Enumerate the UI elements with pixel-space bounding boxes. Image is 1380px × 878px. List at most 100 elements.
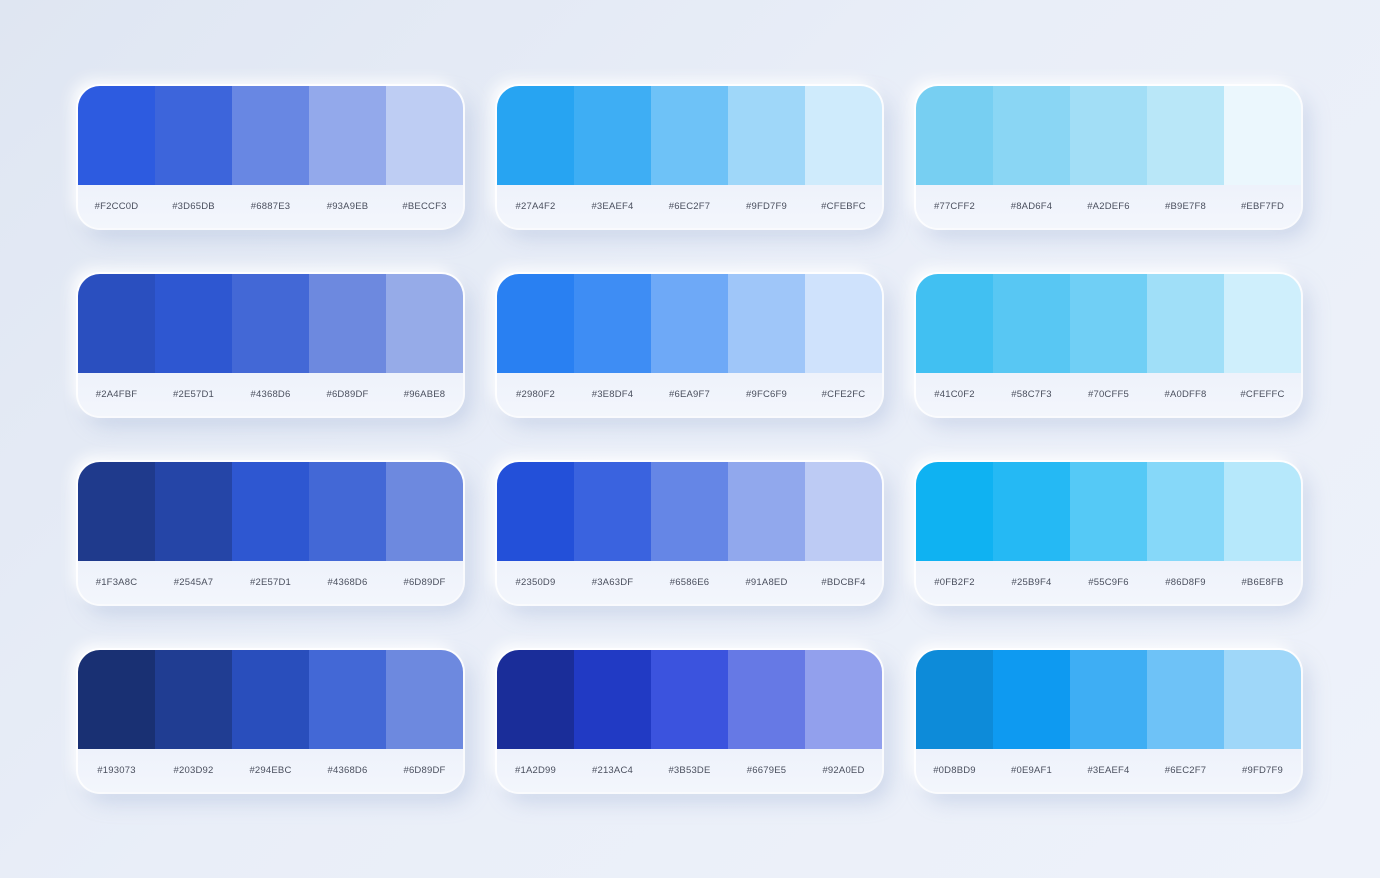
hex-code-row: #2A4FBF #2E57D1 #4368D6 #6D89DF #96ABE8 [78, 373, 463, 416]
color-swatch [386, 650, 463, 749]
swatch-row [916, 650, 1301, 749]
hex-code-label: #2E57D1 [172, 389, 214, 400]
hex-code-label: #6EA9F7 [668, 389, 710, 400]
hex-code-row: #2350D9 #3A63DF #6586E6 #91A8ED #BDCBF4 [497, 561, 882, 604]
color-swatch [993, 86, 1070, 185]
hex-code-label: #6EC2F7 [1164, 765, 1207, 776]
hex-code-label: #CFE2FC [821, 389, 866, 400]
palette-grid: #F2CC0D #3D65DB #6887E3 #93A9EB #BECCF3 #27A4… [78, 86, 1301, 792]
hex-code-row: #F2CC0D #3D65DB #6887E3 #93A9EB #BECCF3 [78, 185, 463, 228]
color-swatch [728, 274, 805, 373]
color-swatch [805, 650, 882, 749]
swatch-row [78, 274, 463, 373]
hex-code-row: #193073 #203D92 #294EBC #4368D6 #6D89DF [78, 749, 463, 792]
color-swatch [651, 86, 728, 185]
hex-code-label: #91A8ED [745, 577, 788, 588]
hex-code-label: #25B9F4 [1011, 577, 1052, 588]
color-swatch [916, 86, 993, 185]
hex-code-label: #4368D6 [327, 577, 368, 588]
hex-code-label: #F2CC0D [94, 201, 139, 212]
color-swatch [574, 650, 651, 749]
color-swatch [232, 462, 309, 561]
hex-code-label: #203D92 [173, 765, 214, 776]
hex-code-row: #77CFF2 #8AD6F4 #A2DEF6 #B9E7F8 #EBF7FD [916, 185, 1301, 228]
hex-code-label: #41C0F2 [934, 389, 975, 400]
palette-card: #F2CC0D #3D65DB #6887E3 #93A9EB #BECCF3 [78, 86, 463, 228]
swatch-row [78, 86, 463, 185]
hex-code-label: #27A4F2 [515, 201, 556, 212]
color-swatch [1224, 650, 1301, 749]
hex-code-label: #6887E3 [250, 201, 291, 212]
hex-code-label: #A0DFF8 [1164, 389, 1207, 400]
color-swatch [1070, 650, 1147, 749]
hex-code-label: #6EC2F7 [668, 201, 711, 212]
hex-code-label: #EBF7FD [1240, 201, 1285, 212]
hex-code-label: #4368D6 [250, 389, 291, 400]
color-swatch [155, 650, 232, 749]
hex-code-label: #2980F2 [516, 389, 555, 400]
hex-code-label: #3E8DF4 [591, 389, 634, 400]
color-swatch [155, 86, 232, 185]
hex-code-row: #27A4F2 #3EAEF4 #6EC2F7 #9FD7F9 #CFEBFC [497, 185, 882, 228]
hex-code-label: #86D8F9 [1165, 577, 1206, 588]
color-swatch [574, 462, 651, 561]
color-swatch [1070, 274, 1147, 373]
color-swatch [78, 86, 155, 185]
hex-code-label: #0D8BD9 [933, 765, 976, 776]
color-swatch [232, 86, 309, 185]
color-swatch [916, 462, 993, 561]
hex-code-label: #0FB2F2 [934, 577, 975, 588]
color-swatch [1147, 274, 1224, 373]
hex-code-label: #9FD7F9 [745, 201, 787, 212]
hex-code-label: #2545A7 [173, 577, 214, 588]
color-swatch [386, 274, 463, 373]
hex-code-label: #193073 [97, 765, 136, 776]
palette-card: #77CFF2 #8AD6F4 #A2DEF6 #B9E7F8 #EBF7FD [916, 86, 1301, 228]
hex-code-label: #3A63DF [591, 577, 634, 588]
swatch-row [497, 462, 882, 561]
color-swatch [1070, 86, 1147, 185]
color-swatch [728, 462, 805, 561]
hex-code-row: #1A2D99 #213AC4 #3B53DE #6679E5 #92A0ED [497, 749, 882, 792]
color-swatch [309, 650, 386, 749]
hex-code-label: #CFEFFC [1240, 389, 1285, 400]
hex-code-label: #9FC6F9 [745, 389, 787, 400]
hex-code-label: #9FD7F9 [1241, 765, 1283, 776]
color-swatch [728, 650, 805, 749]
hex-code-row: #0FB2F2 #25B9F4 #55C9F6 #86D8F9 #B6E8FB [916, 561, 1301, 604]
color-swatch [497, 274, 574, 373]
hex-code-label: #70CFF5 [1087, 389, 1129, 400]
color-swatch [1147, 650, 1224, 749]
color-swatch [805, 86, 882, 185]
hex-code-row: #41C0F2 #58C7F3 #70CFF5 #A0DFF8 #CFEFFC [916, 373, 1301, 416]
hex-code-label: #294EBC [249, 765, 292, 776]
hex-code-label: #3EAEF4 [1087, 765, 1130, 776]
hex-code-label: #58C7F3 [1011, 389, 1052, 400]
color-swatch [1224, 274, 1301, 373]
hex-code-label: #2350D9 [515, 577, 556, 588]
swatch-row [78, 650, 463, 749]
palette-card: #193073 #203D92 #294EBC #4368D6 #6D89DF [78, 650, 463, 792]
color-swatch [574, 86, 651, 185]
hex-code-label: #BDCBF4 [821, 577, 866, 588]
color-swatch [155, 274, 232, 373]
palette-card: #1F3A8C #2545A7 #2E57D1 #4368D6 #6D89DF [78, 462, 463, 604]
hex-code-label: #213AC4 [591, 765, 633, 776]
color-swatch [78, 650, 155, 749]
palette-card: #41C0F2 #58C7F3 #70CFF5 #A0DFF8 #CFEFFC [916, 274, 1301, 416]
hex-code-label: #4368D6 [327, 765, 368, 776]
hex-code-label: #6586E6 [669, 577, 710, 588]
color-swatch [1224, 86, 1301, 185]
color-swatch [993, 650, 1070, 749]
color-swatch [386, 86, 463, 185]
hex-code-label: #B9E7F8 [1164, 201, 1206, 212]
color-swatch [1224, 462, 1301, 561]
color-swatch [916, 274, 993, 373]
color-swatch [232, 274, 309, 373]
color-swatch [993, 274, 1070, 373]
color-swatch [574, 274, 651, 373]
hex-code-label: #8AD6F4 [1010, 201, 1053, 212]
hex-code-label: #77CFF2 [933, 201, 975, 212]
palette-card: #0D8BD9 #0E9AF1 #3EAEF4 #6EC2F7 #9FD7F9 [916, 650, 1301, 792]
hex-code-label: #BECCF3 [402, 201, 447, 212]
